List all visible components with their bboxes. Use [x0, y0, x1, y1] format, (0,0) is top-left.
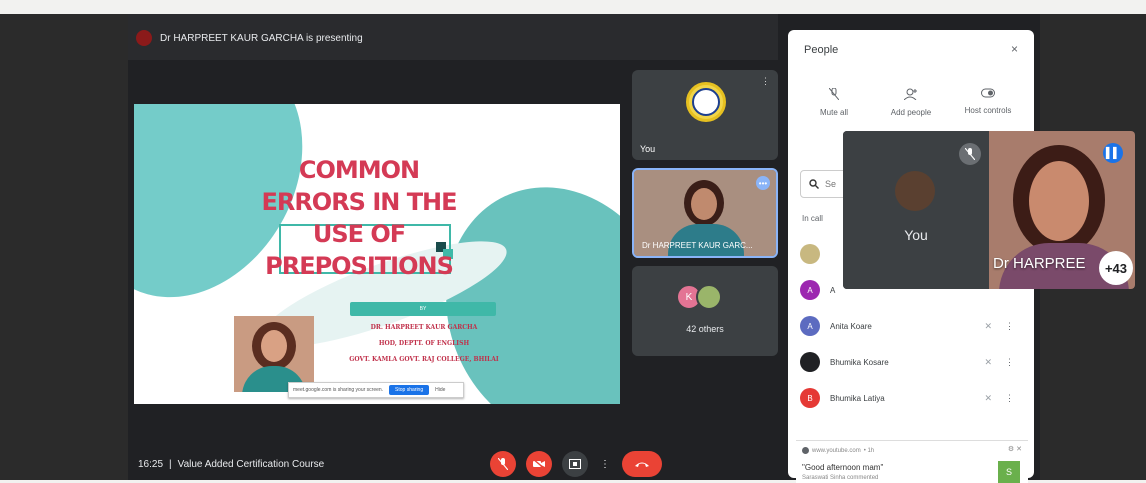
action-label: Add people: [890, 108, 932, 117]
bottom-bar: 16:25 | Value Added Certification Course…: [128, 448, 778, 480]
pip-you-label: You: [904, 227, 928, 243]
participant-count-badge: +43: [1099, 251, 1133, 285]
avatar: [696, 284, 722, 310]
present-button[interactable]: [562, 451, 588, 477]
avatar: S: [998, 461, 1020, 483]
others-avatars: K: [676, 284, 722, 310]
avatar: A: [800, 316, 820, 336]
presenter-avatar: [136, 30, 152, 46]
screen-share-notice: meet.google.com is sharing your screen. …: [288, 382, 464, 398]
avatar: [800, 244, 820, 264]
others-count-label: 42 others: [686, 324, 724, 334]
left-dark-margin: [0, 14, 128, 480]
speaking-indicator-icon: •••: [756, 176, 770, 190]
tile-presenter[interactable]: ••• Dr HARPREET KAUR GARC...: [632, 168, 778, 258]
tile-others[interactable]: K 42 others: [632, 266, 778, 356]
list-item[interactable]: Bhumika Kosare ✕ ⋮: [800, 344, 1022, 380]
notification-source: www.youtube.com • 1h: [802, 447, 874, 454]
list-item[interactable]: B Bhumika Latiya ✕ ⋮: [800, 380, 1022, 416]
search-placeholder: Se: [825, 179, 837, 189]
slide-author-line: DR. HARPREET KAUR GARCHA: [370, 324, 478, 331]
in-call-label: In call: [802, 214, 823, 223]
speaking-indicator-icon: ▌▌: [1103, 143, 1123, 163]
call-controls: ⋮: [490, 451, 662, 477]
mic-off-icon: [959, 143, 981, 165]
shared-slide: COMMON ERRORS IN THE USE OF PREPOSITIONS…: [134, 104, 620, 404]
camera-off-icon: [533, 459, 545, 469]
avatar: A: [800, 280, 820, 300]
close-icon[interactable]: ×: [1011, 42, 1018, 56]
end-call-button[interactable]: [622, 451, 662, 477]
tile-you[interactable]: ⋮ You: [632, 70, 778, 160]
notification-source-text: www.youtube.com: [812, 447, 861, 454]
share-notice-text: meet.google.com is sharing your screen.: [293, 387, 384, 393]
action-label: Mute all: [819, 108, 848, 117]
mic-off-icon: ✕: [984, 392, 992, 403]
people-actions: Mute all Add people Host controls: [796, 88, 1026, 117]
more-options-icon[interactable]: ⋮: [1005, 321, 1014, 332]
mic-off-icon: ✕: [984, 320, 992, 331]
slide-band: BY: [350, 302, 496, 316]
search-icon: [809, 179, 819, 189]
slide-author-line: HOD, DEPTT. OF ENGLISH: [378, 340, 470, 347]
picture-in-picture-window[interactable]: You ▌▌ Dr HARPREE +43: [843, 131, 1135, 289]
globe-icon: [802, 447, 809, 454]
avatar: [895, 171, 935, 211]
notification-source-extra: • 1h: [863, 447, 875, 454]
mic-off-icon: [498, 458, 508, 470]
participant-name: Bhumika Kosare: [830, 357, 889, 367]
add-people-button[interactable]: Add people: [873, 88, 949, 117]
meeting-info: 16:25 | Value Added Certification Course: [138, 459, 324, 470]
mic-off-button[interactable]: [490, 451, 516, 477]
speaker-photo: [234, 316, 314, 392]
college-emblem-icon: [686, 82, 726, 122]
pip-speaker-name: Dr HARPREE: [993, 255, 1086, 272]
people-title: People: [804, 44, 839, 56]
meeting-title: Value Added Certification Course: [177, 458, 325, 470]
slide-author-line: GOVT. KAMLA GOVT. RAJ COLLEGE, BHILAI: [349, 356, 499, 363]
hide-button[interactable]: Hide: [435, 387, 445, 393]
participant-name: Anita Koare: [830, 321, 872, 331]
mic-off-icon: [829, 88, 839, 100]
notification-author: Saraswati Sinha commented: [802, 475, 879, 481]
participant-name: Bhumika Latiya: [830, 393, 885, 403]
more-options-icon[interactable]: ⋮: [1005, 393, 1014, 404]
slide-title: COMMON ERRORS IN THE USE OF PREPOSITIONS: [261, 156, 457, 280]
action-label: Host controls: [964, 106, 1012, 115]
more-options-icon[interactable]: ⋮: [1005, 357, 1014, 368]
tile-label: You: [640, 144, 656, 154]
end-call-icon: [635, 462, 649, 467]
pip-tile-you: You: [843, 131, 989, 289]
avatar: B: [800, 388, 820, 408]
pin-icon[interactable]: ⋮: [761, 76, 770, 87]
present-icon: [569, 459, 581, 469]
notification-message: "Good afternoon mam": [802, 463, 884, 472]
host-controls-button[interactable]: Host controls: [950, 88, 1026, 117]
presenting-text: Dr HARPREET KAUR GARCHA is presenting: [160, 32, 363, 44]
person-add-icon: [904, 88, 917, 100]
comment-notification[interactable]: www.youtube.com • 1h ⚙ ✕ "Good afternoon…: [796, 440, 1028, 483]
more-options-button[interactable]: ⋮: [598, 451, 612, 477]
list-item[interactable]: A Anita Koare ✕ ⋮: [800, 308, 1022, 344]
meeting-time: 16:25: [138, 458, 164, 470]
mic-off-icon: ✕: [984, 356, 992, 367]
participant-name: A: [830, 285, 836, 295]
presenting-bar: Dr HARPREET KAUR GARCHA is presenting: [136, 26, 363, 50]
camera-off-button[interactable]: [526, 451, 552, 477]
toggle-icon: [981, 88, 995, 98]
tile-label: Dr HARPREET KAUR GARC...: [642, 241, 753, 250]
avatar: [800, 352, 820, 372]
slide-band-text: BY: [419, 306, 427, 312]
stop-sharing-button[interactable]: Stop sharing: [389, 385, 430, 395]
notification-close-icon[interactable]: ⚙ ✕: [1008, 445, 1022, 453]
separator: |: [169, 458, 172, 470]
mute-all-button[interactable]: Mute all: [796, 88, 872, 117]
